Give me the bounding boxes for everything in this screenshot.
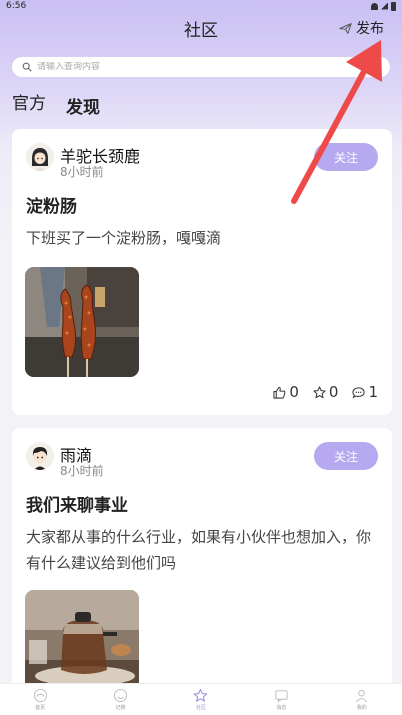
status-icons [371, 1, 396, 11]
nav-label: 首页 [35, 705, 46, 711]
post-card[interactable]: 雨滴 8小时前 关注 我们来聊事业 大家都从事的什么行业，如果有小伙伴也想加入，… [12, 428, 392, 700]
post-image-sausage[interactable] [25, 267, 139, 377]
nav-ledger[interactable]: 记账 [91, 688, 151, 711]
post-title: 我们来聊事业 [26, 496, 128, 516]
favorite-count: 0 [328, 383, 339, 401]
status-time: 6:56 [6, 1, 27, 11]
tab-official[interactable]: 官方 [12, 89, 46, 114]
user-icon [356, 689, 368, 703]
tab-discover[interactable]: 发现 [66, 93, 100, 118]
header: 社区 发布 [0, 14, 402, 42]
comment-stat[interactable]: 1 [352, 383, 378, 401]
battery-icon [391, 1, 396, 11]
post-stats: 0 0 1 [273, 383, 378, 401]
signal-icon [381, 2, 388, 10]
follow-button[interactable]: 关注 [314, 143, 378, 171]
nav-label: 消息 [276, 705, 287, 711]
like-stat[interactable]: 0 [273, 383, 299, 401]
post-body: 大家都从事的什么行业，如果有小伙伴也想加入，你有什么建议给到他们吗 [26, 528, 372, 572]
home-icon [33, 688, 47, 703]
post-time: 8小时前 [60, 165, 104, 179]
nav-label: 记账 [115, 705, 126, 711]
star-icon [313, 385, 326, 398]
nav-home[interactable]: 首页 [10, 688, 70, 711]
send-icon [339, 22, 352, 34]
bottom-nav: 首页 记账 社区 消息 我的 [0, 683, 402, 715]
avatar-boy-icon [26, 442, 54, 470]
avatar[interactable] [26, 143, 54, 171]
nav-messages[interactable]: 消息 [251, 688, 311, 711]
avatar[interactable] [26, 442, 54, 470]
like-count: 0 [289, 383, 299, 401]
post-title: 淀粉肠 [26, 197, 77, 217]
tab-bar: 官方 发现 [12, 89, 100, 118]
nav-profile[interactable]: 我的 [332, 688, 392, 711]
face-icon [114, 688, 128, 703]
publish-button[interactable]: 发布 [339, 18, 384, 38]
follow-button[interactable]: 关注 [314, 442, 378, 470]
thumbs-up-icon [273, 386, 286, 399]
nav-label: 社区 [195, 705, 206, 711]
search-icon [22, 62, 32, 72]
search-bar[interactable] [12, 57, 390, 77]
favorite-stat[interactable]: 0 [313, 383, 339, 401]
message-icon [275, 690, 288, 703]
nav-community[interactable]: 社区 [171, 688, 231, 711]
post-time: 8小时前 [60, 464, 104, 478]
wifi-icon [371, 2, 378, 10]
status-bar: 6:56 [0, 0, 402, 12]
post-body: 下班买了一个淀粉肠，嘎嘎滴 [26, 229, 222, 247]
avatar-girl-icon [26, 143, 54, 171]
nav-label: 我的 [356, 705, 367, 711]
publish-label: 发布 [356, 21, 384, 37]
post-card[interactable]: 羊驼长颈鹿 8小时前 关注 淀粉肠 下班买了一个淀粉肠，嘎嘎滴 0 0 1 [12, 129, 392, 415]
star-icon [194, 688, 208, 702]
search-input[interactable] [37, 62, 377, 72]
comment-count: 1 [368, 383, 378, 401]
comment-icon [352, 386, 366, 398]
